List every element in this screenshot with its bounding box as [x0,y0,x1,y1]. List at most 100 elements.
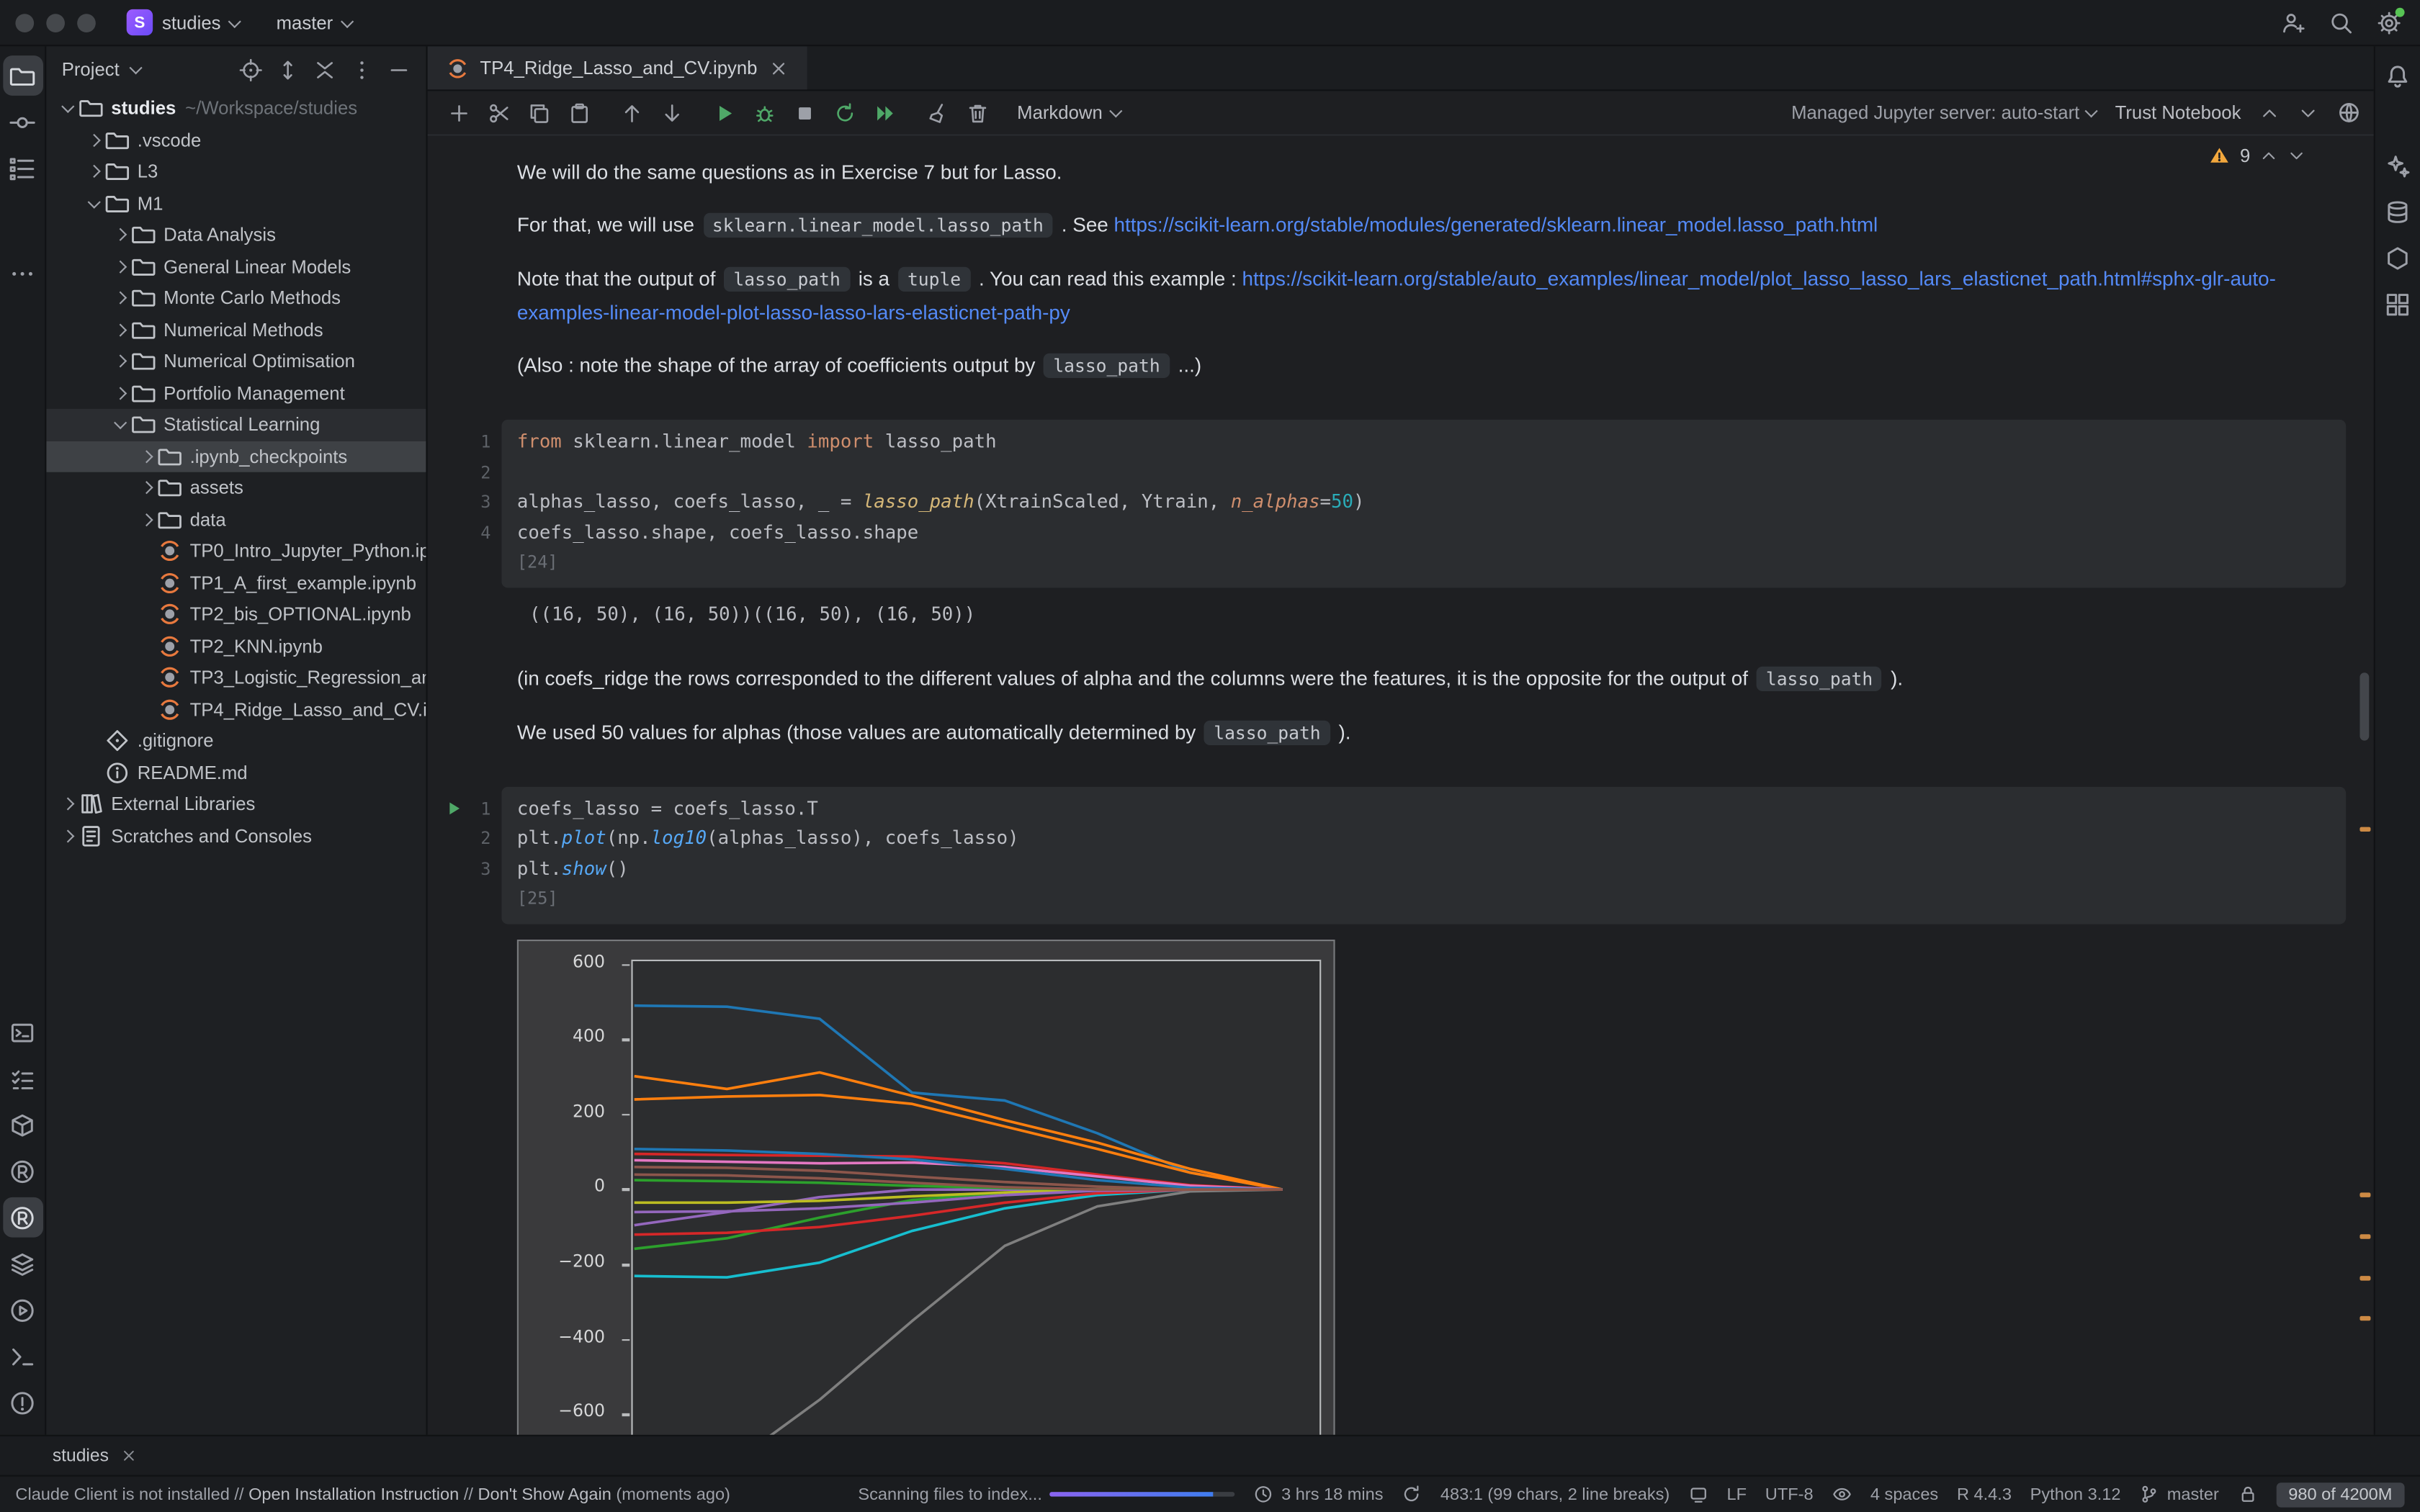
minimize-window-button[interactable] [46,13,65,32]
interrupt-kernel-button[interactable] [786,94,823,131]
status-widget[interactable] [1688,1484,1708,1504]
chevron-collapsed-icon[interactable] [113,228,126,241]
previous-problem-icon[interactable] [2259,147,2278,166]
python-interpreter-widget[interactable]: Python 3.12 [2030,1485,2121,1504]
hyperlink[interactable]: https://scikit-learn.org/stable/modules/… [1114,213,1878,236]
branch-widget[interactable]: master [277,12,351,33]
plugins-tool-button[interactable] [2378,284,2418,324]
tree-item[interactable]: Numerical Optimisation [46,346,426,377]
ai-assistant-tool-button[interactable] [2378,145,2418,185]
notifications-button[interactable] [2378,55,2418,96]
chevron-collapsed-icon[interactable] [60,829,73,842]
chevron-collapsed-icon[interactable] [60,798,73,811]
caret-position-widget[interactable]: 483:1 (99 chars, 2 line breaks) [1440,1485,1670,1504]
tree-item[interactable]: TP1_A_first_example.ipynb [46,567,426,599]
open-installation-instruction-link[interactable]: Open Installation Instruction [248,1485,459,1504]
r-interpreter-widget[interactable]: R 4.4.3 [1957,1485,2012,1504]
collapse-all-icon[interactable] [313,58,336,81]
r-console-tool-button[interactable] [2,1151,42,1192]
tree-item[interactable]: Scratches and Consoles [46,820,426,852]
clear-outputs-button[interactable] [918,94,955,131]
tree-item[interactable]: .ipynb_checkpoints [46,441,426,472]
chevron-collapsed-icon[interactable] [113,323,126,336]
tree-item[interactable]: TP2_KNN.ipynb [46,630,426,662]
highlighting-level-widget[interactable] [1832,1484,1852,1504]
tree-item[interactable]: data [46,504,426,536]
chevron-collapsed-icon[interactable] [87,133,100,146]
chevron-collapsed-icon[interactable] [139,450,152,463]
tree-item[interactable]: Portfolio Management [46,377,426,409]
tree-item[interactable]: .vscode [46,125,426,156]
chevron-expanded-icon[interactable] [60,100,73,113]
project-tool-button[interactable] [2,55,42,96]
settings-button[interactable] [2377,10,2401,35]
read-lock-widget[interactable] [2238,1484,2258,1504]
tree-item[interactable]: Data Analysis [46,219,426,251]
packages-tool-button[interactable] [2,1104,42,1145]
tree-item[interactable]: .gitignore [46,725,426,757]
debug-cell-button[interactable] [745,94,782,131]
trust-notebook-button[interactable]: Trust Notebook [2115,102,2241,123]
editor-tab-active[interactable]: TP4_Ridge_Lasso_and_CV.ipynb [428,46,807,89]
dont-show-again-link[interactable]: Don't Show Again [478,1485,611,1504]
copy-cell-button[interactable] [520,94,557,131]
git-branch-widget[interactable]: master [2139,1484,2219,1504]
tree-item[interactable]: TP4_Ridge_Lasso_and_CV.ip... [46,693,426,725]
notebook-content[interactable]: We will do the same questions as in Exer… [428,136,2374,1435]
services-tool-button[interactable] [2,1290,42,1330]
zoom-window-button[interactable] [77,13,96,32]
cell-editor[interactable]: coefs_lasso = coefs_lasso.Tplt.plot(np.l… [501,786,2346,924]
structure-tool-button[interactable] [2,148,42,189]
tree-item[interactable]: Statistical Learning [46,409,426,441]
next-cell-icon[interactable] [2298,103,2318,123]
add-cell-button[interactable] [440,94,477,131]
restart-kernel-button[interactable] [825,94,862,131]
tree-item[interactable]: M1 [46,187,426,219]
tree-item[interactable]: README.md [46,757,426,788]
tree-item[interactable]: TP3_Logistic_Regression_an... [46,662,426,693]
cell-type-dropdown[interactable]: Markdown [1017,102,1121,123]
close-tab-icon[interactable] [768,58,789,78]
project-panel-title[interactable]: Project [62,58,120,80]
delete-cell-button[interactable] [959,94,995,131]
chevron-collapsed-icon[interactable] [139,513,152,526]
close-icon[interactable] [121,1447,138,1464]
select-opened-file-icon[interactable] [239,58,262,81]
chevron-collapsed-icon[interactable] [113,355,126,368]
previous-cell-icon[interactable] [2259,103,2280,123]
chevron-down-icon[interactable] [130,61,143,74]
search-everywhere-icon[interactable] [2329,10,2354,35]
run-cell-gutter-icon[interactable] [444,797,463,816]
tree-item[interactable]: assets [46,472,426,504]
cut-cell-button[interactable] [480,94,516,131]
run-cell-button[interactable] [705,94,742,131]
indent-widget[interactable]: 4 spaces [1870,1485,1938,1504]
indexing-status[interactable]: Scanning files to index... [858,1485,1234,1504]
chevron-expanded-icon[interactable] [87,195,100,208]
more-tools-button[interactable] [2,253,42,293]
move-cell-down-button[interactable] [653,94,689,131]
sync-status-widget[interactable] [1402,1484,1422,1504]
tree-item[interactable]: TP2_bis_OPTIONAL.ipynb [46,598,426,630]
chevron-collapsed-icon[interactable] [87,165,100,178]
problems-tool-button[interactable] [2,1382,42,1423]
encoding-widget[interactable]: UTF-8 [1765,1485,1814,1504]
chevron-collapsed-icon[interactable] [113,387,126,400]
scrollbar-thumb[interactable] [2360,672,2369,740]
terminal-tool-button[interactable] [2,1336,42,1377]
tree-item[interactable]: studies~/Workspace/studies [46,93,426,125]
run-all-cells-button[interactable] [866,94,902,131]
tree-item[interactable]: Numerical Methods [46,314,426,346]
line-separator-widget[interactable]: LF [1727,1485,1747,1504]
chevron-collapsed-icon[interactable] [113,260,126,273]
database-tool-button[interactable] [2378,192,2418,232]
tree-item[interactable]: External Libraries [46,788,426,820]
project-widget[interactable]: S studies [127,9,239,35]
commit-tool-button[interactable] [2,102,42,142]
editor-scrollbar[interactable] [2357,136,2372,1435]
sciview-tool-button[interactable] [2378,238,2418,278]
code-cell[interactable]: 1234from sklearn.linear_model import las… [428,420,2374,588]
python-packages-tool-button[interactable] [2,1243,42,1284]
jupyter-server-dropdown[interactable]: Managed Jupyter server: auto-start [1791,102,2097,123]
memory-indicator[interactable]: 980 of 4200M [2276,1482,2404,1506]
